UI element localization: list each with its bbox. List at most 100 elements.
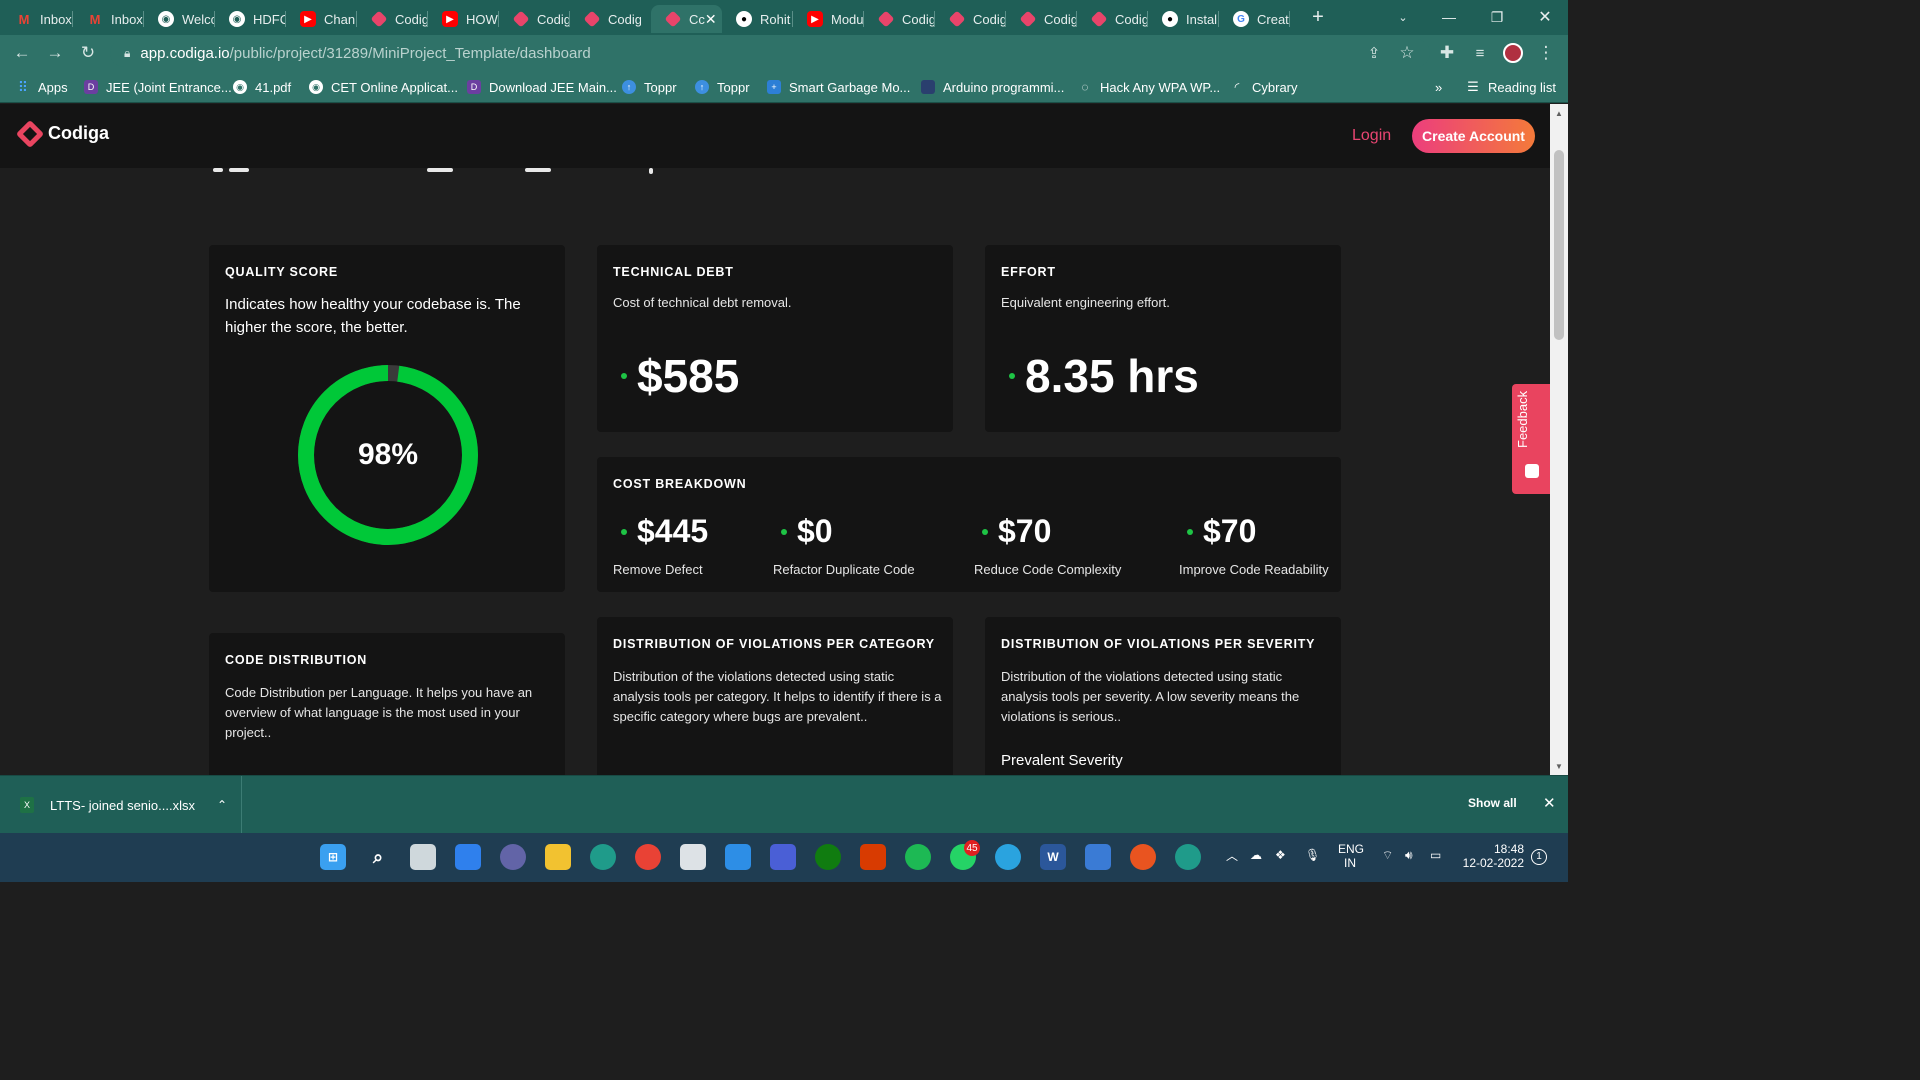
tab-inbox-1[interactable]: M Inbox (2, 5, 73, 33)
tab-search-icon[interactable]: ⌄ (1380, 5, 1426, 29)
tab-codiga-4[interactable]: Codig (864, 5, 935, 33)
volume-icon[interactable]: 🔊︎ (1405, 848, 1413, 863)
address-bar[interactable]: 🔒︎ app.codiga.io/public/project/31289/Mi… (110, 39, 1430, 67)
tab-codiga-7[interactable]: Codig (1077, 5, 1148, 33)
bookmark-toppr-2[interactable]: ↑ Toppr (695, 78, 750, 96)
show-all-button[interactable]: Show all (1468, 796, 1517, 810)
edge-icon[interactable] (590, 844, 616, 870)
xbox-icon[interactable] (815, 844, 841, 870)
bookmarks-bar: ⠿ Apps D JEE (Joint Entrance... ◉ 41.pdf ◉ C… (0, 71, 1568, 103)
close-shelf-icon[interactable]: ✕ (1543, 794, 1556, 812)
bookmark-41pdf[interactable]: ◉ 41.pdf (233, 78, 291, 96)
bookmark-jee[interactable]: D JEE (Joint Entrance... (84, 78, 232, 96)
tab-inbox-2[interactable]: M Inbox (73, 5, 144, 33)
bookmark-cet[interactable]: ◉ CET Online Applicat... (309, 78, 458, 96)
reading-list[interactable]: ☰ Reading list (1466, 78, 1556, 96)
cost-label: Refactor Duplicate Code (773, 562, 915, 577)
word-icon[interactable]: W (1040, 844, 1066, 870)
bookmark-cybrary[interactable]: ◜ Cybrary (1230, 78, 1298, 96)
tab-welcome[interactable]: ◉ Welcc (144, 5, 215, 33)
minimize-button[interactable]: — (1426, 5, 1472, 29)
status-dot (621, 373, 627, 379)
bookmark-hack-wpa[interactable]: ◌ Hack Any WPA WP... (1078, 78, 1220, 96)
language-indicator[interactable]: ENG IN (1338, 842, 1364, 870)
profile-avatar[interactable] (1501, 41, 1525, 65)
bookmark-apps[interactable]: ⠿ Apps (16, 78, 68, 96)
bookmark-arduino[interactable]: Arduino programmi... (921, 78, 1064, 96)
chevron-up-icon[interactable]: ⌃ (217, 798, 227, 812)
share-icon[interactable]: ⇪ (1362, 41, 1386, 65)
tab-title: Creat (1257, 11, 1289, 27)
store-icon[interactable] (680, 844, 706, 870)
tab-codiga-5[interactable]: Codig (935, 5, 1006, 33)
bookmark-smart-garbage[interactable]: + Smart Garbage Mo... (767, 78, 910, 96)
tab-youtube-modu[interactable]: ▶ Modu (793, 5, 864, 33)
mail-icon[interactable] (725, 844, 751, 870)
onedrive-icon[interactable]: ☁ (1250, 848, 1262, 862)
tab-github-rohit[interactable]: ● Rohit (722, 5, 793, 33)
close-window-button[interactable]: ✕ (1522, 5, 1568, 29)
login-link[interactable]: Login (1352, 127, 1391, 145)
tab-codiga-active[interactable]: Cc ✕ (651, 5, 722, 33)
codiga-logo[interactable]: Codiga (15, 119, 109, 149)
tab-codiga-3[interactable]: Codig (570, 5, 641, 33)
page-scrollbar[interactable]: ▲ ▼ (1550, 104, 1568, 775)
reload-icon[interactable]: ↻ (76, 41, 100, 65)
menu-icon[interactable]: ⋮ (1534, 41, 1558, 65)
task-view-icon[interactable] (410, 844, 436, 870)
youtube-icon: ▶ (442, 11, 458, 27)
tab-codiga-6[interactable]: Codig (1006, 5, 1077, 33)
tab-youtube-chan[interactable]: ▶ Chan (286, 5, 357, 33)
tab-google-create[interactable]: G Creat (1219, 5, 1290, 33)
wifi-icon[interactable]: ⌔ (1382, 848, 1393, 863)
scroll-down-icon[interactable]: ▼ (1550, 759, 1568, 773)
feedback-tab[interactable]: Feedback (1512, 384, 1550, 494)
microphone-icon[interactable]: 🎙︎ (1305, 848, 1320, 862)
violations-category-card: DISTRIBUTION OF VIOLATIONS PER CATEGORY … (597, 617, 953, 775)
tab-github-install[interactable]: ● Instal (1148, 5, 1219, 33)
tab-youtube-how[interactable]: ▶ HOW (428, 5, 499, 33)
bookmark-download-jee[interactable]: D Download JEE Main... (467, 78, 617, 96)
edge-dev-icon[interactable] (1175, 844, 1201, 870)
clock[interactable]: 18:48 12-02-2022 (1462, 842, 1524, 870)
status-dot (781, 528, 787, 535)
bookmark-toppr-1[interactable]: ↑ Toppr (622, 78, 677, 96)
new-tab-button[interactable]: + (1295, 5, 1341, 29)
notepad-icon[interactable] (1085, 844, 1111, 870)
media-control-icon[interactable]: ≡ (1468, 41, 1492, 65)
card-description: Code Distribution per Language. It helps… (225, 685, 533, 740)
back-icon[interactable]: ← (10, 41, 34, 65)
tab-codiga-2[interactable]: Codig (499, 5, 570, 33)
battery-icon[interactable]: ▭ (1430, 848, 1441, 862)
clock-time: 18:48 (1494, 842, 1525, 856)
maps-app-icon[interactable] (770, 844, 796, 870)
telegram-icon[interactable] (995, 844, 1021, 870)
restore-button[interactable]: ❐ (1474, 5, 1520, 29)
tray-overflow-icon[interactable]: ︿ (1226, 847, 1238, 864)
notification-count[interactable]: 1 (1531, 849, 1547, 865)
close-tab-icon[interactable]: ✕ (705, 11, 717, 28)
dropbox-icon[interactable]: ❖ (1275, 848, 1286, 862)
file-explorer-icon[interactable] (545, 844, 571, 870)
lock-icon[interactable]: 🔒︎ (124, 46, 130, 61)
create-account-button[interactable]: Create Account (1412, 119, 1535, 153)
search-icon[interactable]: ⌕ (365, 844, 391, 870)
tab-hdfc[interactable]: ◉ HDFC (215, 5, 286, 33)
scroll-thumb[interactable] (1554, 150, 1564, 340)
codiga-logo-icon (15, 119, 45, 149)
chrome-icon[interactable] (635, 844, 661, 870)
spotify-icon[interactable] (905, 844, 931, 870)
quality-score-value: 98% (357, 438, 419, 471)
ubuntu-icon[interactable] (1130, 844, 1156, 870)
bookmarks-overflow[interactable]: » (1435, 78, 1442, 96)
forward-icon[interactable]: → (43, 41, 67, 65)
star-icon[interactable]: ☆ (1395, 41, 1419, 65)
teams-chat-icon[interactable] (500, 844, 526, 870)
windows-start-icon[interactable]: ⊞ (320, 844, 346, 870)
office-icon[interactable] (860, 844, 886, 870)
extensions-icon[interactable]: ✚ (1435, 41, 1459, 65)
widgets-icon[interactable] (455, 844, 481, 870)
scroll-up-icon[interactable]: ▲ (1550, 106, 1568, 120)
download-item[interactable]: X LTTS- joined senio....xlsx ⌃ (0, 776, 242, 834)
tab-codiga-1[interactable]: Codig (357, 5, 428, 33)
